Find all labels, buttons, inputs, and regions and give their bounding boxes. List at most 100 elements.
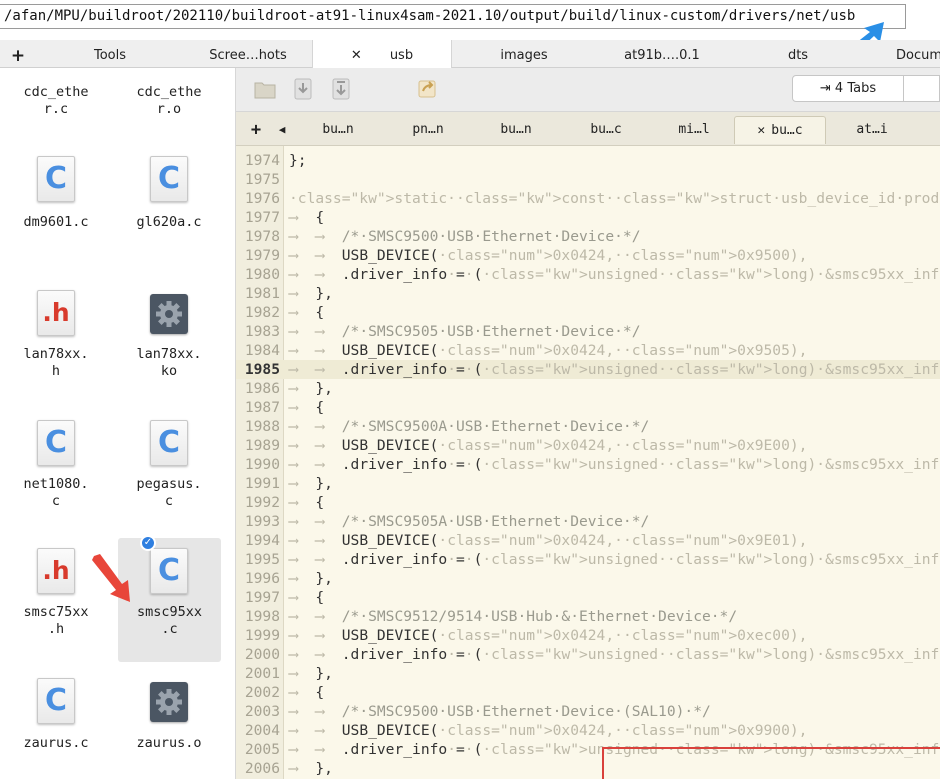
file-item[interactable]: C gl620a.c [119, 154, 219, 234]
line-number: 1996 [244, 570, 280, 587]
file-name: .c [161, 621, 178, 637]
close-tab-icon[interactable]: ✕ [351, 48, 362, 63]
code-line[interactable]: 1991 ⟶ }, [236, 474, 940, 493]
code-editor[interactable]: 1974}; 1975 1976 ·class="kw">static··class=… [236, 146, 940, 779]
code-text: ⟶ ⟶ /*·SMSC9505·USB·Ethernet·Device·*/ [289, 323, 641, 340]
code-line[interactable]: 1999 ⟶ ⟶ USB_DEVICE(·class="num">0x0424,·… [236, 626, 940, 645]
file-item[interactable]: C net1080. c [6, 418, 106, 518]
editor-tab[interactable]: bu…c [578, 116, 634, 144]
code-line[interactable]: 1997 ⟶ { [236, 588, 940, 607]
tabs-icon: ⇥ [819, 81, 831, 96]
tab-documents[interactable]: Docum [880, 40, 940, 68]
tab-images[interactable]: images [476, 40, 572, 68]
editor-tab[interactable]: mi…l [666, 116, 722, 144]
code-line[interactable]: 1994 ⟶ ⟶ USB_DEVICE(·class="num">0x0424,·… [236, 531, 940, 550]
code-line[interactable]: 1998 ⟶ ⟶ /*·SMSC9512/9514·USB·Hub·&·Ether… [236, 607, 940, 626]
code-line[interactable]: 1993 ⟶ ⟶ /*·SMSC9505A·USB·Ethernet·Device… [236, 512, 940, 531]
code-line[interactable]: 1986 ⟶ }, [236, 379, 940, 398]
editor-tab[interactable]: bu…n [310, 116, 366, 144]
code-line[interactable]: 1978 ⟶ ⟶ /*·SMSC9500·USB·Ethernet·Device·… [236, 227, 940, 246]
code-line[interactable]: 1981 ⟶ }, [236, 284, 940, 303]
code-line[interactable]: 1995 ⟶ ⟶ .driver_info·=·(·class="kw">unsi… [236, 550, 940, 569]
code-line[interactable]: 1974}; [236, 151, 940, 170]
code-line[interactable]: 2005 ⟶ ⟶ .driver_info·=·(·class="kw">unsi… [236, 740, 940, 759]
code-line[interactable]: 2006 ⟶ }, [236, 759, 940, 778]
code-text: ⟶ ⟶ USB_DEVICE(·class="num">0x0424,··cla… [289, 722, 808, 739]
code-text: ·class="kw">static··class="kw">const··cl… [289, 190, 940, 207]
file-name: smsc95xx [136, 604, 203, 620]
path-field[interactable]: /afan/MPU/buildroot/202110/buildroot-at9… [0, 4, 906, 29]
file-item[interactable]: cdc_ethe r.o [119, 84, 219, 118]
code-line[interactable]: 1989 ⟶ ⟶ USB_DEVICE(·class="num">0x0424,·… [236, 436, 940, 455]
code-line[interactable]: 2002 ⟶ { [236, 683, 940, 702]
code-line[interactable]: 2000 ⟶ ⟶ .driver_info·=·(·class="kw">unsi… [236, 645, 940, 664]
code-line[interactable]: 1982 ⟶ { [236, 303, 940, 322]
code-line[interactable]: 1996 ⟶ }, [236, 569, 940, 588]
c-file-icon: C [37, 678, 75, 724]
code-line[interactable]: 2001 ⟶ }, [236, 664, 940, 683]
code-line[interactable]: 1983 ⟶ ⟶ /*·SMSC9505·USB·Ethernet·Device·… [236, 322, 940, 341]
editor-tab[interactable]: bu…n [488, 116, 544, 144]
folder-icon[interactable] [254, 78, 276, 100]
file-name: gl620a.c [136, 214, 202, 230]
editor-tab[interactable]: at…i [844, 116, 900, 144]
code-line[interactable]: 1977 ⟶ { [236, 208, 940, 227]
new-tab-button[interactable]: + [6, 40, 30, 68]
file-item[interactable]: zaurus.o [119, 676, 219, 766]
tab-usb[interactable]: ✕ usb [312, 40, 452, 68]
c-file-icon: C [150, 156, 188, 202]
line-number: 1984 [244, 342, 280, 359]
code-line[interactable]: 1976 ·class="kw">static··class="kw">const… [236, 189, 940, 208]
line-number: 1975 [244, 171, 280, 188]
file-item[interactable]: C dm9601.c [6, 154, 106, 234]
previous-tab-icon[interactable]: ◀ [274, 116, 290, 144]
file-item[interactable]: C pegasus. c [119, 418, 219, 518]
share-icon[interactable] [416, 78, 438, 100]
code-line[interactable]: 1985 ⟶ ⟶ .driver_info·=·(·class="kw">unsi… [236, 360, 940, 379]
code-line[interactable]: 1975 [236, 170, 940, 189]
code-text: ⟶ ⟶ .driver_info·=·(·class="kw">unsigned… [289, 551, 940, 568]
tab-dts[interactable]: dts [760, 40, 836, 68]
line-number: 1988 [244, 418, 280, 435]
file-item[interactable]: cdc_ethe r.c [6, 84, 106, 118]
code-text: ⟶ }, [289, 760, 333, 777]
tabs-count-button[interactable]: ⇥ 4 Tabs [792, 75, 904, 102]
code-line[interactable]: 1979 ⟶ ⟶ USB_DEVICE(·class="num">0x0424,·… [236, 246, 940, 265]
download-icon[interactable] [292, 78, 314, 100]
code-line[interactable]: 1992 ⟶ { [236, 493, 940, 512]
file-item[interactable]: C zaurus.c [6, 676, 106, 766]
line-number: 1987 [244, 399, 280, 416]
line-number: 1978 [244, 228, 280, 245]
c-file-icon: C [37, 156, 75, 202]
code-line[interactable]: 1984 ⟶ ⟶ USB_DEVICE(·class="num">0x0424,·… [236, 341, 940, 360]
code-text: }; [289, 152, 307, 169]
code-line[interactable]: 1990 ⟶ ⟶ .driver_info·=·(·class="kw">unsi… [236, 455, 940, 474]
code-line[interactable]: 2003 ⟶ ⟶ /*·SMSC9500·USB·Ethernet·Device·… [236, 702, 940, 721]
editor-tab-active[interactable]: ✕ bu…c [734, 116, 826, 144]
file-item[interactable]: lan78xx. ko [119, 288, 219, 388]
file-name: ko [160, 363, 178, 379]
code-line[interactable]: 1980 ⟶ ⟶ .driver_info·=·(·class="kw">unsi… [236, 265, 940, 284]
code-text: ⟶ }, [289, 665, 333, 682]
new-editor-tab-button[interactable]: + [246, 116, 266, 144]
tabs-count-label: 4 Tabs [834, 81, 877, 96]
code-line[interactable]: 1988 ⟶ ⟶ /*·SMSC9500A·USB·Ethernet·Device… [236, 417, 940, 436]
file-item[interactable]: .h lan78xx. h [6, 288, 106, 388]
line-number: 1998 [244, 608, 280, 625]
download-all-icon[interactable] [330, 78, 352, 100]
code-line[interactable]: 2004 ⟶ ⟶ USB_DEVICE(·class="num">0x0424,·… [236, 721, 940, 740]
line-number: 1989 [244, 437, 280, 454]
tabs-menu-button[interactable] [904, 75, 940, 102]
code-text: ⟶ }, [289, 475, 333, 492]
editor-tab-bar: + ◀ bu…n pn…n bu…n bu…c mi…l ✕ bu…c at…i [236, 112, 940, 146]
code-text: ⟶ ⟶ .driver_info·=·(·class="kw">unsigned… [289, 266, 940, 283]
tab-screenshots[interactable]: Scree…hots [196, 40, 300, 68]
line-number: 2000 [244, 646, 280, 663]
file-name: smsc75xx [23, 604, 89, 620]
line-number: 1977 [244, 209, 280, 226]
code-line[interactable]: 1987 ⟶ { [236, 398, 940, 417]
editor-tab[interactable]: pn…n [400, 116, 456, 144]
close-tab-icon[interactable]: ✕ [757, 123, 765, 138]
tab-tools[interactable]: Tools [60, 40, 160, 68]
tab-at91bootstrap[interactable]: at91b….0.1 [604, 40, 720, 68]
